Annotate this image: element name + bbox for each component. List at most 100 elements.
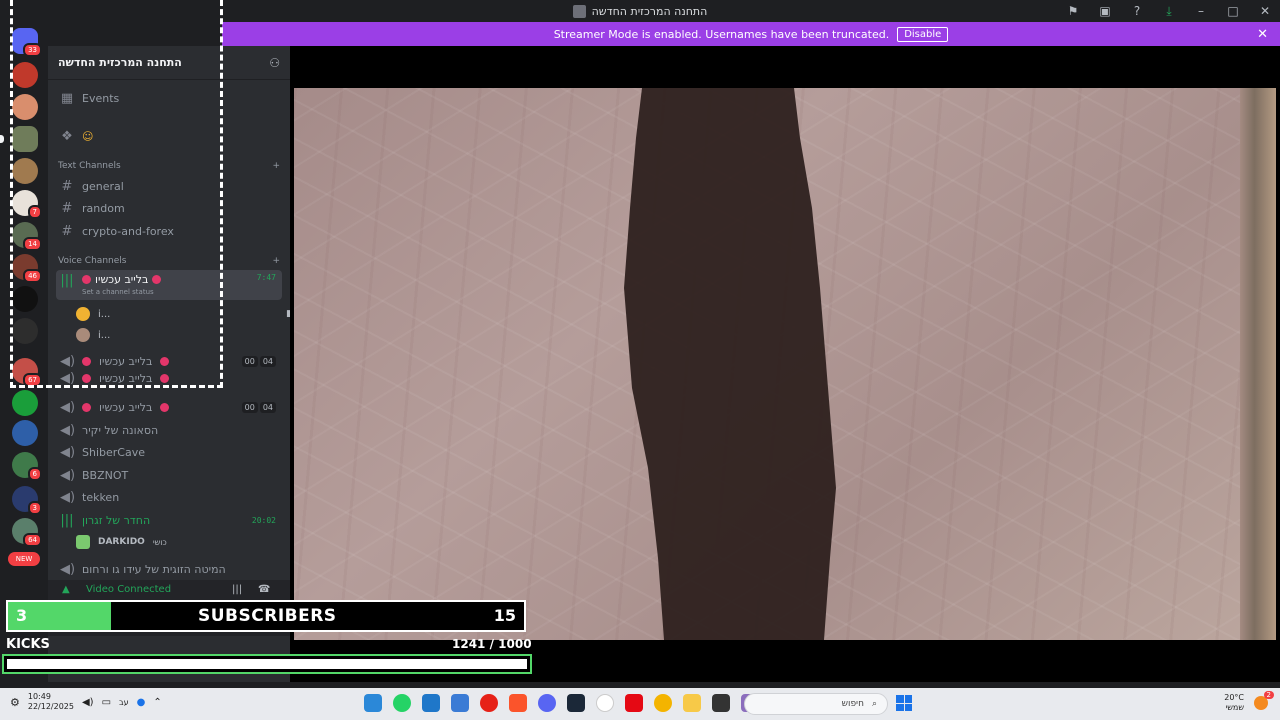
channel-label: הסאונה של יקיר <box>82 423 159 437</box>
video-feed[interactable] <box>294 88 1276 640</box>
discord-icon[interactable] <box>538 694 556 712</box>
youtube-icon[interactable] <box>480 694 498 712</box>
start-button[interactable] <box>896 695 912 711</box>
whatsapp-icon[interactable] <box>393 694 411 712</box>
voice-user[interactable]: DARKIDO כושי <box>76 532 167 552</box>
voice-channel[interactable]: ◀) BBZNOT <box>56 464 282 486</box>
speaker-icon: ◀) <box>60 372 76 384</box>
voice-active-icon: ||| <box>60 512 74 528</box>
noise-suppression-icon[interactable]: ||| <box>232 584 242 595</box>
user-limit: 04 <box>259 401 276 413</box>
chatgpt-icon[interactable] <box>596 694 614 712</box>
voice-channel[interactable]: ◀) בלייב עכשיו 00 04 <box>56 396 282 418</box>
voice-user[interactable]: i... <box>76 325 110 345</box>
close-icon[interactable]: ✕ <box>1257 27 1268 42</box>
stream-view <box>290 46 1280 682</box>
close-button[interactable]: ✕ <box>1258 4 1272 18</box>
browse-channels-item[interactable]: ❖ ☺ <box>56 125 282 147</box>
server-icon[interactable]: 64 <box>12 518 42 547</box>
channel-general[interactable]: # general <box>56 175 282 197</box>
disconnect-icon[interactable]: ☎ <box>258 584 270 595</box>
channel-sidebar: התחנה המרכזית החדשה ⚇ ▦ Events ❖ ☺ Text … <box>48 46 295 682</box>
screen-share-icon[interactable]: ▣ <box>1098 4 1112 18</box>
inbox-icon[interactable]: ⚑ <box>1066 4 1080 18</box>
server-icon[interactable] <box>12 126 38 152</box>
text-channels-category[interactable]: Text Channels + <box>58 161 280 171</box>
voice-channel[interactable]: ◀) tekken <box>56 486 282 508</box>
voice-channel-active[interactable]: ||| בלייב עכשיו Set a channel status 7:4… <box>56 270 282 300</box>
server-icon[interactable]: 3 <box>12 486 42 515</box>
voice-channel[interactable]: ◀) הסאונה של יקיר <box>56 419 282 441</box>
voice-channel[interactable]: ◀) המיטה הזוגית של עידו גו ורחום <box>56 558 282 580</box>
netflix-icon[interactable] <box>625 694 643 712</box>
disable-button[interactable]: Disable <box>897 26 949 42</box>
server-icon[interactable] <box>12 62 38 88</box>
server-icon[interactable]: 46 <box>12 254 42 283</box>
channel-label: random <box>82 201 125 215</box>
notification-badge: 7 <box>27 205 42 219</box>
chrome-icon[interactable] <box>654 694 672 712</box>
subscribers-label: SUBSCRIBERS <box>198 606 337 626</box>
events-item[interactable]: ▦ Events <box>56 87 282 109</box>
voice-channel[interactable]: ◀) בלייב עכשיו <box>56 372 282 384</box>
discord-home-icon[interactable]: 33 <box>12 28 42 57</box>
weather-widget[interactable]: 20°C שמשי <box>1224 693 1244 713</box>
mic-icon[interactable]: ● <box>137 697 146 708</box>
clock[interactable]: 10:49 22/12/2025 <box>28 692 74 712</box>
minimize-button[interactable]: – <box>1194 4 1208 18</box>
subscribers-goal: 15 <box>493 606 516 625</box>
server-icon[interactable]: 14 <box>12 222 42 251</box>
server-icon[interactable] <box>12 94 38 120</box>
window-title: התחנה המרכזית החדשה <box>591 4 708 18</box>
server-icon[interactable] <box>12 390 38 416</box>
server-icon[interactable]: 6 <box>12 452 42 481</box>
voice-channels-category[interactable]: Voice Channels + <box>58 256 280 266</box>
avatar <box>76 535 90 549</box>
invite-icon[interactable]: ⚇ <box>269 56 280 70</box>
speaker-icon: ◀) <box>60 444 76 460</box>
language-indicator[interactable]: עב <box>119 698 129 707</box>
app-icon[interactable] <box>422 694 440 712</box>
steam-icon[interactable] <box>567 694 585 712</box>
taskbar-search[interactable]: חיפוש ⌕ <box>744 693 888 715</box>
avatar <box>76 328 90 342</box>
voice-user[interactable]: i... ■ <box>76 304 295 324</box>
add-channel-icon[interactable]: + <box>272 161 280 171</box>
help-icon[interactable]: ? <box>1130 4 1144 18</box>
server-icon[interactable] <box>12 286 38 312</box>
server-icon[interactable]: 67 <box>12 358 42 387</box>
voice-channel[interactable]: ◀) בלייב עכשיו 00 04 <box>56 350 282 372</box>
subscribers-goal-bar: 3 SUBSCRIBERS 15 <box>6 600 526 632</box>
add-channel-icon[interactable]: + <box>272 256 280 266</box>
user-count: 00 <box>241 401 258 413</box>
server-icon[interactable] <box>12 318 38 344</box>
chevron-up-icon[interactable]: ⌃ <box>153 697 161 708</box>
server-icon[interactable]: 7 <box>12 190 42 219</box>
connection-status[interactable]: Video Connected <box>86 584 171 595</box>
channel-label: ShiberCave <box>82 445 145 459</box>
app-icon[interactable] <box>364 694 382 712</box>
kicks-count-group: 1241 / 1000 <box>452 637 532 651</box>
taskbar-apps <box>364 694 773 712</box>
notification-badge: 64 <box>23 533 42 547</box>
server-rail: 33 7 14 46 67 6 3 64 NEW <box>0 22 48 682</box>
maximize-button[interactable]: □ <box>1226 4 1240 18</box>
server-icon[interactable] <box>12 420 38 446</box>
voice-channel[interactable]: ◀) ShiberCave <box>56 441 282 463</box>
settings-icon[interactable]: ⚙ <box>10 696 20 709</box>
download-icon[interactable]: ⤓ <box>1162 4 1176 18</box>
app-icon[interactable] <box>451 694 469 712</box>
file-explorer-icon[interactable] <box>683 694 701 712</box>
channels-icon: ❖ <box>61 128 73 144</box>
channel-crypto-and-forex[interactable]: # crypto-and-forex <box>56 220 282 242</box>
server-icon[interactable] <box>12 158 38 184</box>
volume-icon[interactable]: ◀) <box>82 697 94 708</box>
channel-random[interactable]: # random <box>56 197 282 219</box>
app-icon[interactable] <box>712 694 730 712</box>
brave-icon[interactable] <box>509 694 527 712</box>
channel-status[interactable]: Set a channel status <box>82 288 161 296</box>
voice-channel-green[interactable]: ||| החדר של זגרון 20:02 <box>56 509 282 531</box>
weather-temp: 20°C <box>1224 693 1244 702</box>
tablet-icon[interactable]: ▭ <box>102 697 111 708</box>
guild-header[interactable]: התחנה המרכזית החדשה ⚇ <box>48 46 290 80</box>
